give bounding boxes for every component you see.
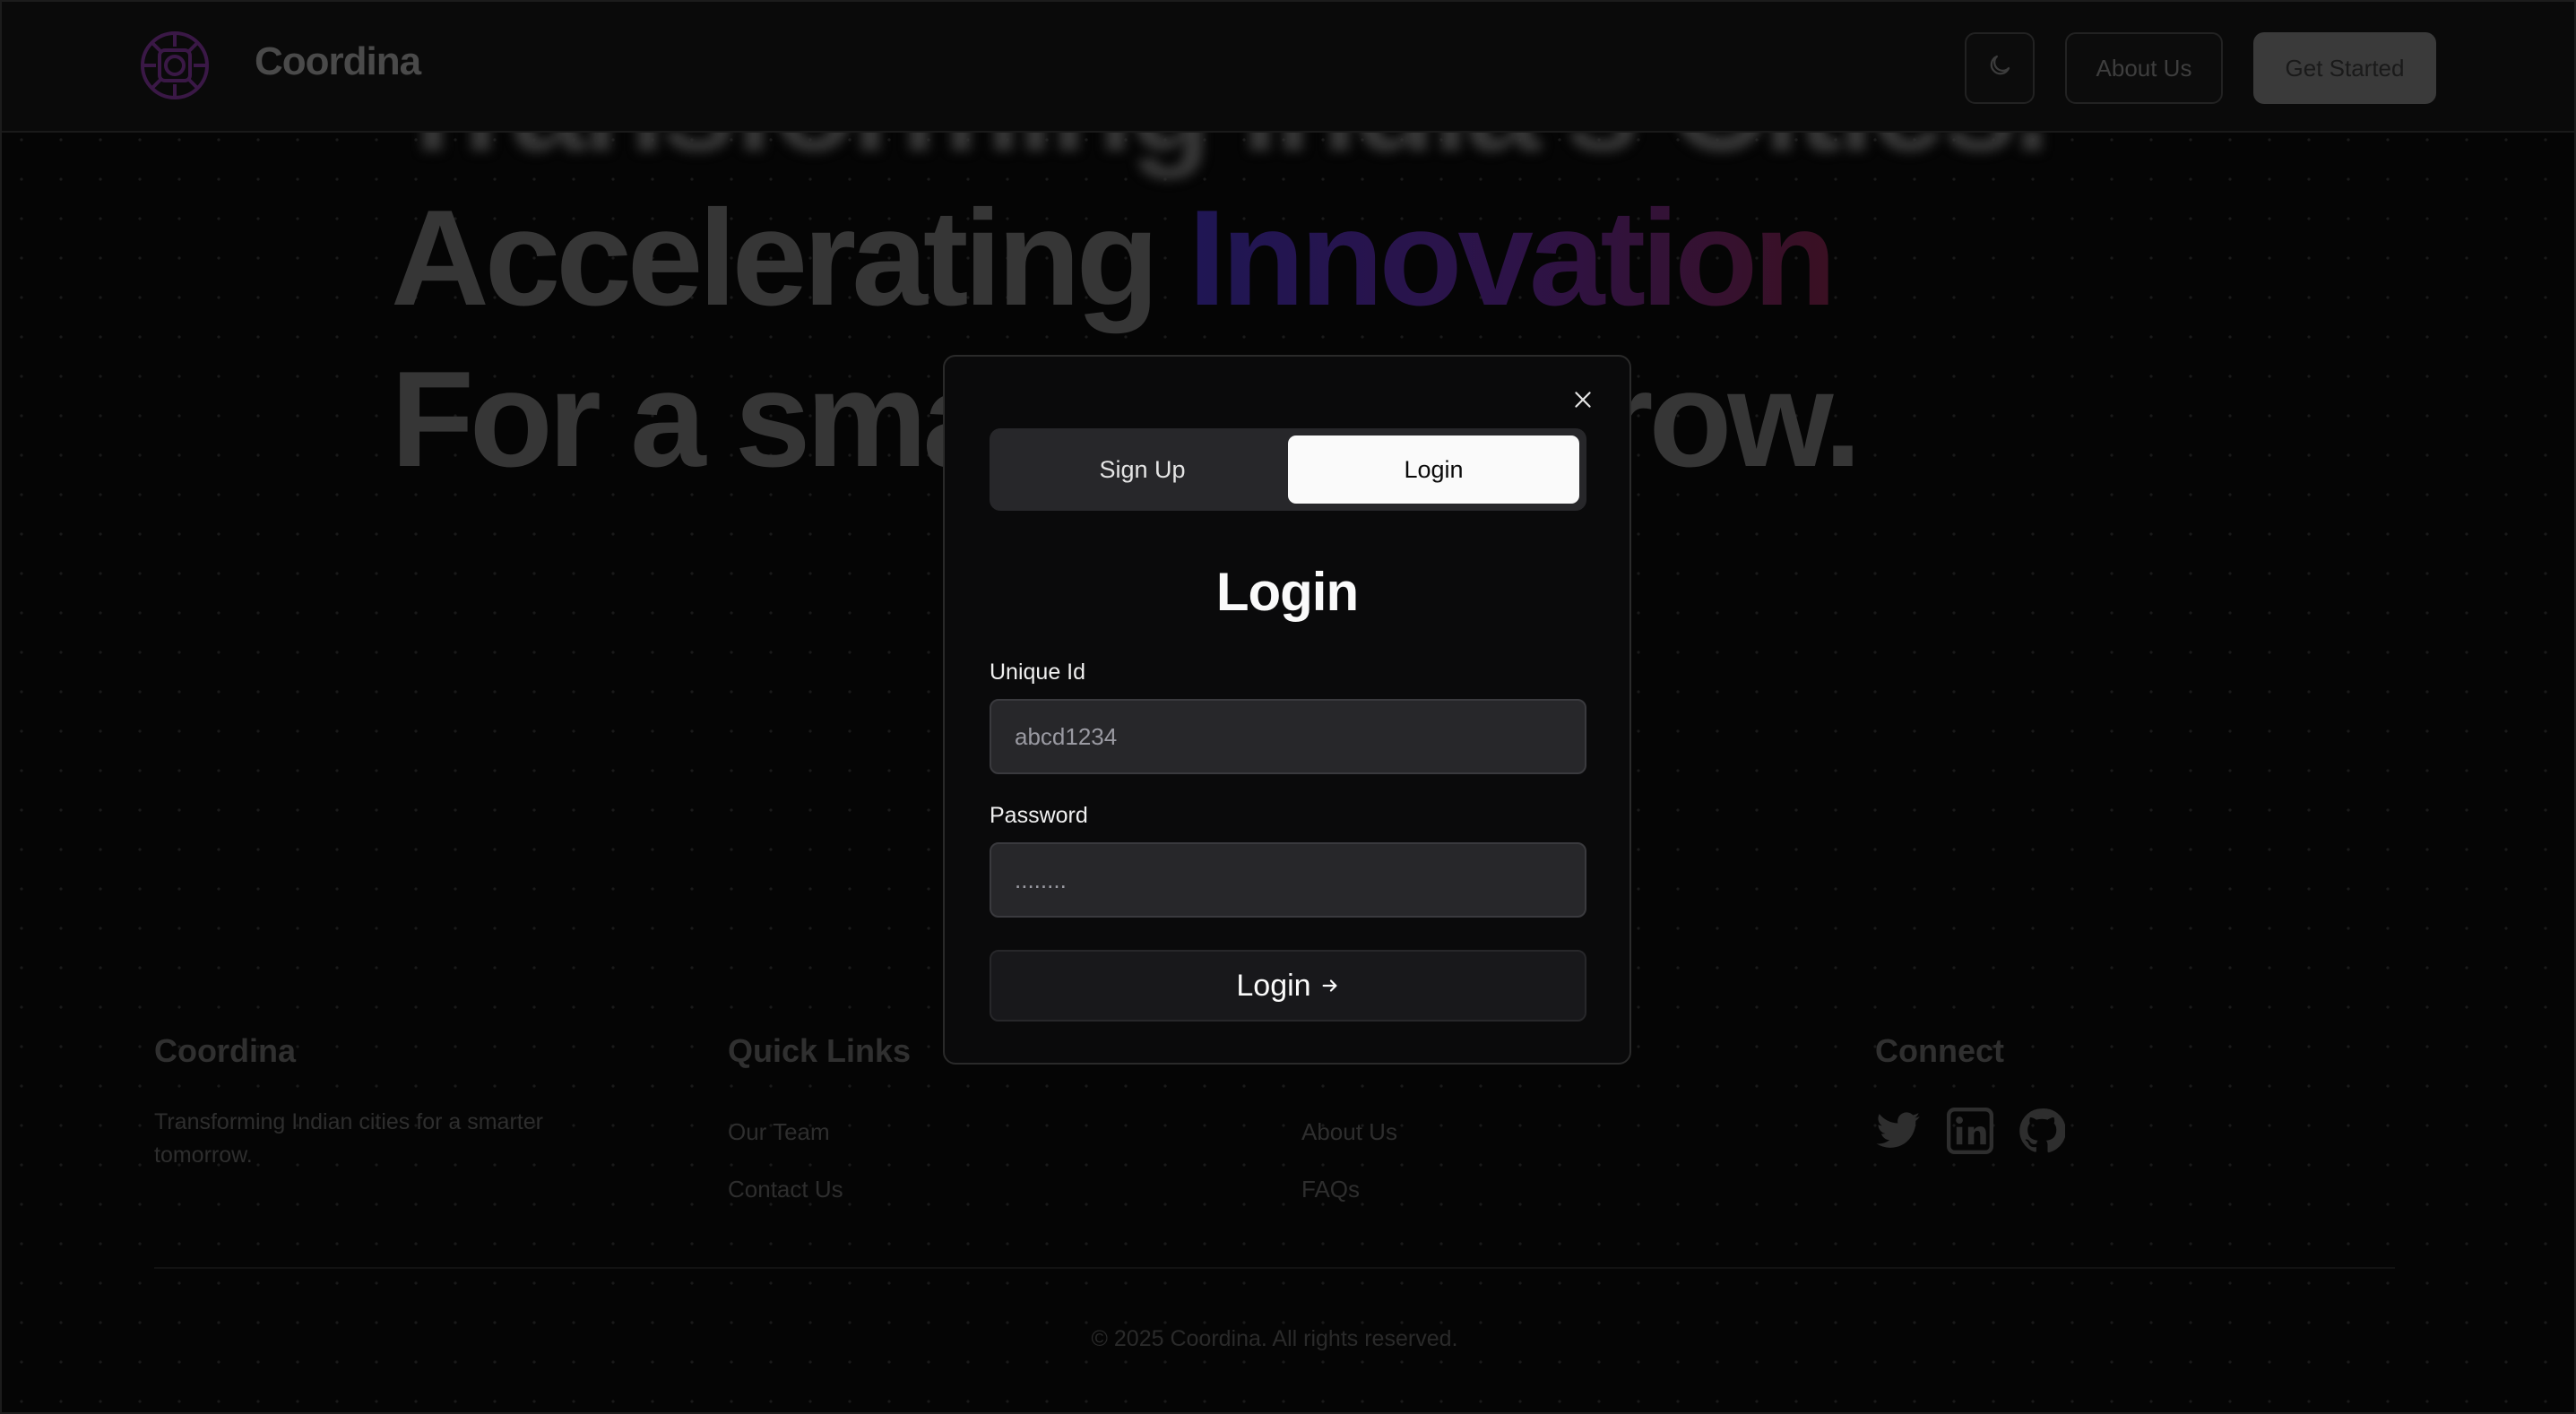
tab-login[interactable]: Login — [1288, 435, 1579, 504]
close-icon — [1571, 388, 1595, 416]
footer-quick-links-heading: Quick Links — [728, 1032, 912, 1069]
footer-link-contact-us[interactable]: Contact Us — [728, 1176, 843, 1203]
twitter-icon[interactable] — [1875, 1108, 1922, 1154]
login-submit-label: Login — [1236, 968, 1311, 1003]
page-background: Transforming India's Cities. Acceleratin… — [0, 0, 2576, 1414]
dialog-title: Login — [1215, 562, 1359, 622]
footer-link-about-us[interactable]: About Us — [1301, 1118, 1397, 1146]
arrow-right-icon — [1320, 969, 1340, 1004]
close-button[interactable] — [1567, 385, 1599, 418]
footer-link-our-team[interactable]: Our Team — [728, 1118, 830, 1146]
navbar: Coordina About Us Get Started — [2, 2, 2574, 133]
footer-link-faqs[interactable]: FAQs — [1301, 1176, 1360, 1203]
footer-tagline: Transforming Indian cities for a smarter… — [154, 1109, 543, 1168]
footer-connect-heading: Connect — [1875, 1032, 2004, 1069]
footer-divider — [154, 1267, 2395, 1269]
login-submit-button[interactable]: Login — [990, 950, 1586, 1022]
hero-line-2-plain: Accelerating — [391, 182, 1189, 334]
tab-sign-up[interactable]: Sign Up — [997, 435, 1288, 504]
hero-line-2: Accelerating Innovation — [391, 190, 1837, 326]
about-us-button[interactable]: About Us — [2065, 32, 2223, 104]
theme-toggle-button[interactable] — [1965, 32, 2035, 104]
linkedin-icon[interactable] — [1947, 1108, 1993, 1154]
unique-id-input[interactable] — [990, 699, 1586, 774]
footer-brand-heading: Coordina — [154, 1032, 296, 1069]
brand-name[interactable]: Coordina — [255, 39, 421, 84]
unique-id-label: Unique Id — [990, 660, 1086, 685]
auth-tabs: Sign Up Login — [990, 428, 1586, 511]
get-started-button[interactable]: Get Started — [2253, 32, 2436, 104]
footer-copyright: © 2025 Coordina. All rights reserved. — [1091, 1326, 1458, 1351]
moon-icon — [1986, 52, 2013, 85]
login-dialog: Sign Up Login Login Unique Id Password L… — [943, 355, 1631, 1065]
github-icon[interactable] — [2018, 1108, 2066, 1154]
logo-icon[interactable] — [138, 29, 212, 102]
password-label: Password — [990, 803, 1088, 828]
password-input[interactable] — [990, 842, 1586, 918]
hero-accent-word: Innovation — [1188, 182, 1837, 334]
